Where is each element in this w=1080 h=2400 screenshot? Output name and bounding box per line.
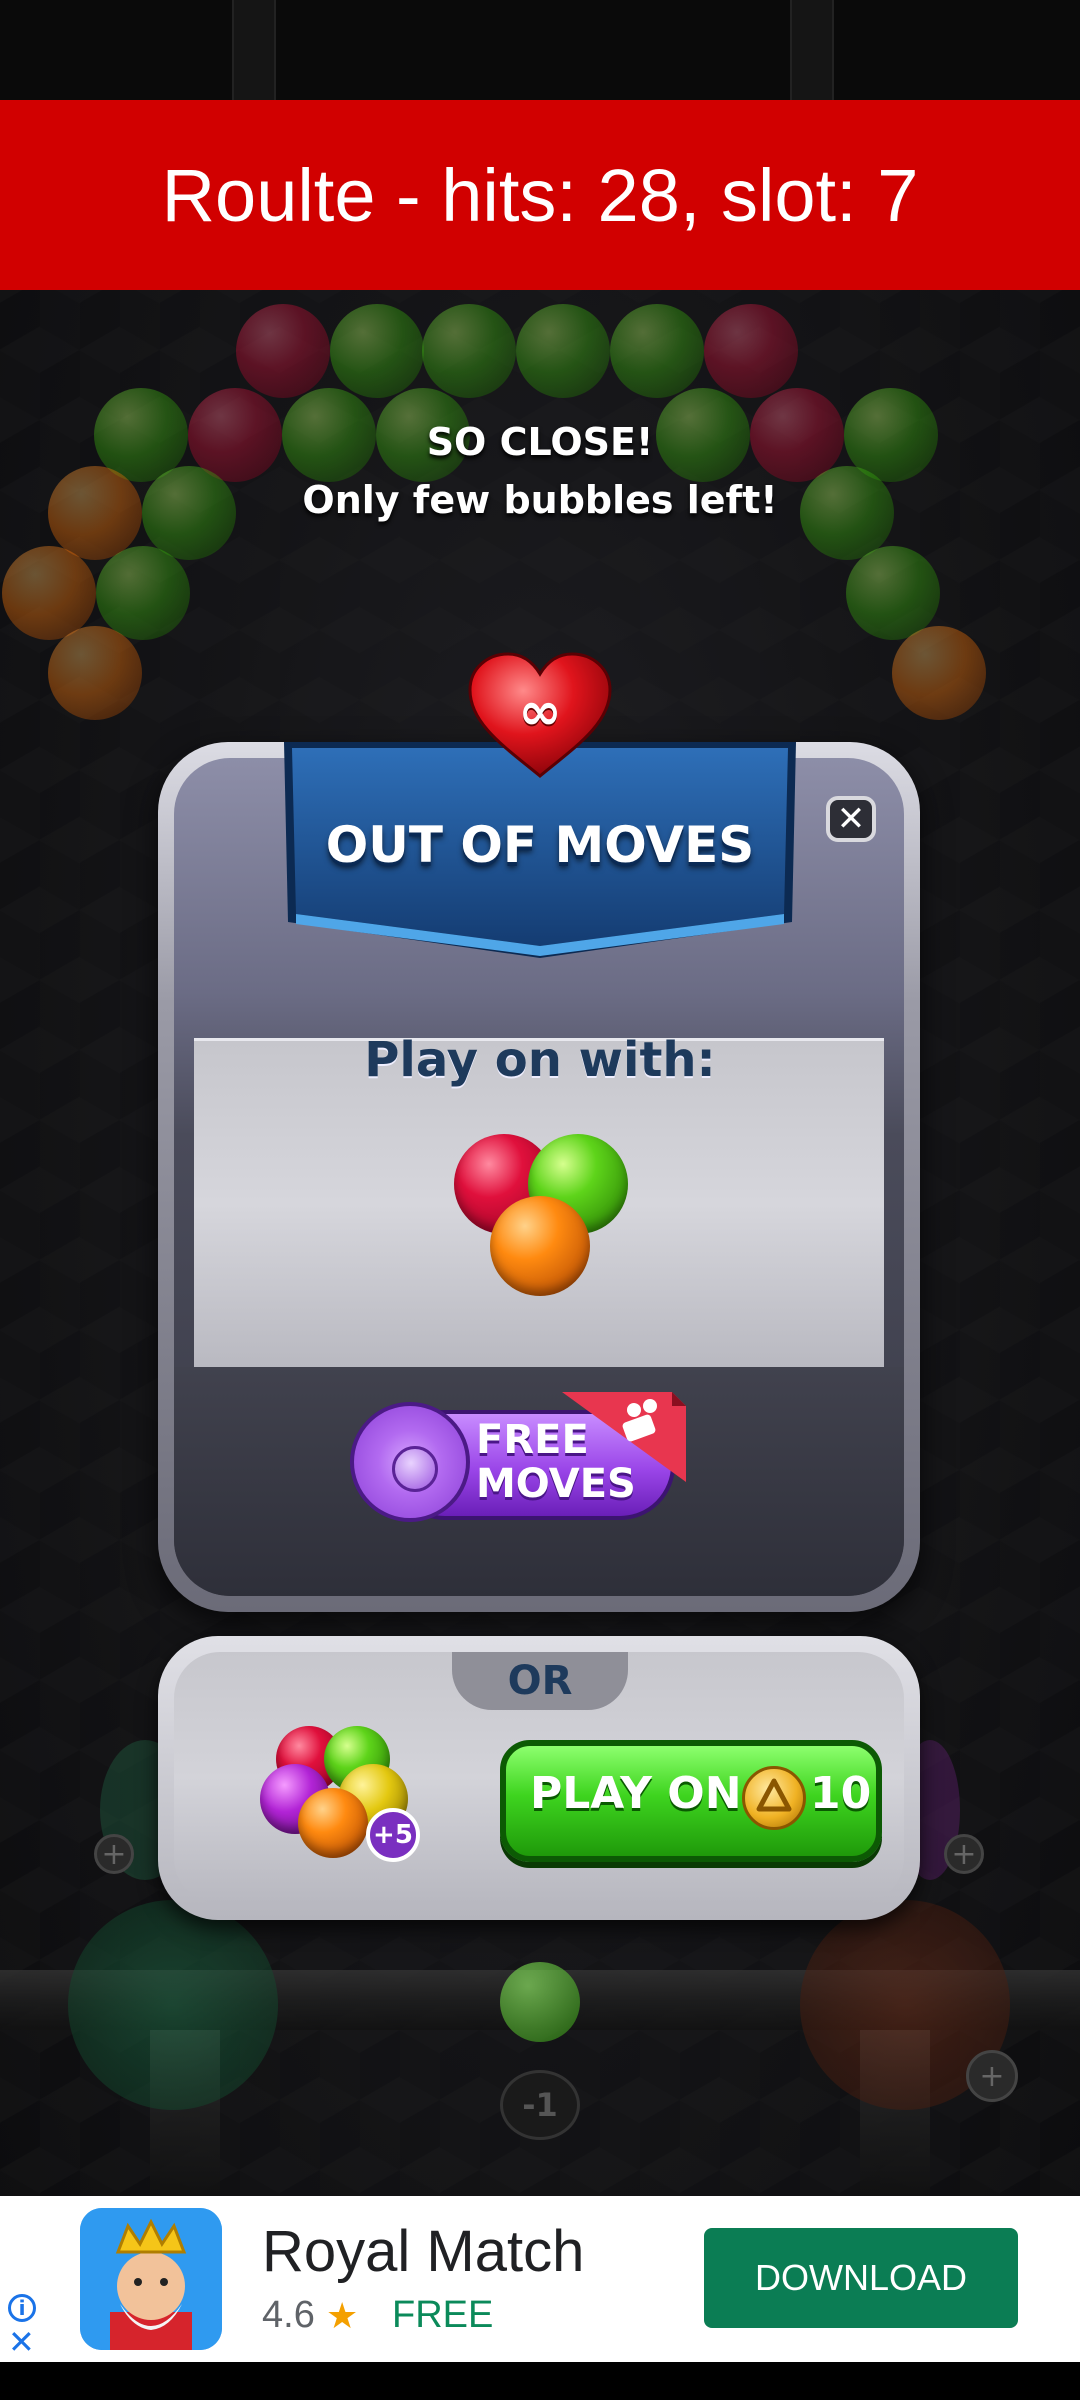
infinity-symbol: ∞ [518,682,562,742]
ad-banner[interactable]: i ✕ Royal Match 4.6 ★ FREE DOWNLOAD [0,2196,1080,2362]
app-icon[interactable] [80,2208,222,2350]
pillar [232,0,276,100]
play-on-with-label: Play on with: [364,1032,716,1088]
bottom-strip [0,2362,1080,2400]
close-icon[interactable]: ✕ [8,2326,35,2358]
or-label: OR [507,1658,573,1704]
bubble [96,546,190,640]
bubble [2,546,96,640]
close-button[interactable]: ✕ [826,796,876,842]
roulette-banner: Roulte - hits: 28, slot: 7 [0,100,1080,290]
download-button[interactable]: DOWNLOAD [704,2228,1018,2328]
moves-counter: -1 [500,2070,580,2140]
coin-icon [742,1766,806,1830]
or-separator: OR [452,1652,628,1710]
plus-icon[interactable]: + [94,1834,134,1874]
play-on-button[interactable]: PLAY ON 10 [500,1740,882,1862]
bubble [846,546,940,640]
ad-price: FREE [392,2294,494,2336]
free-moves-button[interactable]: FREE MOVES [350,1392,686,1526]
bubble [610,304,704,398]
top-strip [0,0,1080,100]
video-camera-icon [562,1392,686,1482]
orange-bubble-icon [490,1196,590,1296]
bubble [330,304,424,398]
game-screen: Roulte - hits: 28, slot: 7 SO CLOSE! Onl… [0,0,1080,2400]
bubble [704,304,798,398]
bubble [236,304,330,398]
bubble [516,304,610,398]
hint-title: SO CLOSE! [426,420,654,464]
bubble [422,304,516,398]
plus-icon[interactable]: + [966,2050,1018,2102]
next-bubble [500,1962,580,2042]
ad-rating: 4.6 [262,2294,315,2336]
disc-icon [350,1402,470,1522]
bubble [892,626,986,720]
orange-bubble-icon [298,1788,368,1858]
bubble [48,626,142,720]
banner-text: Roulte - hits: 28, slot: 7 [161,153,919,237]
bomb-booster[interactable] [68,1900,278,2110]
star-icon: ★ [326,2296,359,2337]
ad-title[interactable]: Royal Match [262,2218,584,2285]
heart-icon: ∞ [466,652,614,780]
close-icon: ✕ [836,799,866,839]
bonus-badge: +5 [366,1808,420,1862]
plus-icon[interactable]: + [944,1834,984,1874]
info-icon[interactable]: i [8,2294,36,2322]
play-on-label: PLAY ON [530,1768,742,1819]
dialog-title: OUT OF MOVES [325,816,755,874]
pillar [790,0,834,100]
play-on-cost: 10 [810,1768,872,1819]
hint-subtitle: Only few bubbles left! [302,478,778,522]
